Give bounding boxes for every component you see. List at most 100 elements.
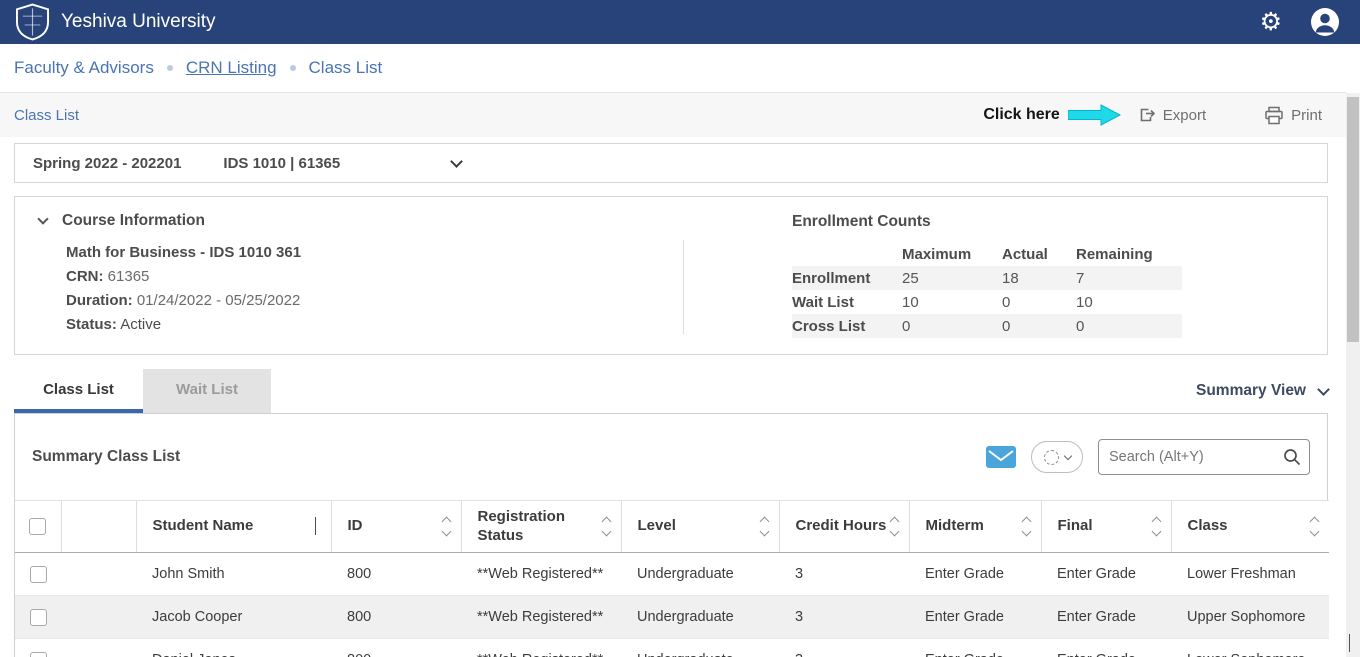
settings-gear-icon[interactable]: ⚙: [1260, 10, 1282, 35]
brand-title: Yeshiva University: [61, 11, 216, 33]
level-cell: Undergraduate: [621, 553, 779, 596]
print-label: Print: [1291, 107, 1322, 124]
column-registration-status[interactable]: Registration Status: [461, 501, 621, 553]
cross-list-row: Cross List 0 0 0: [792, 314, 1182, 338]
filter-circle-icon: [1044, 450, 1059, 465]
course-label: IDS 1010 | 61365: [223, 155, 340, 172]
email-button[interactable]: [986, 446, 1016, 468]
column-midterm[interactable]: Midterm: [909, 501, 1041, 553]
export-label: Export: [1163, 107, 1206, 124]
view-selector[interactable]: Summary View: [1196, 382, 1328, 400]
student-name-cell[interactable]: Jacob Cooper: [136, 596, 331, 639]
sort-icons: [1023, 518, 1035, 535]
enrollment-counts-header-row: Maximum Actual Remaining: [792, 242, 1182, 266]
page-toolbar: Class List Click here Export Print: [0, 92, 1346, 137]
class-standing-cell: Lower Freshman: [1171, 553, 1329, 596]
class-standing-cell: Upper Sophomore: [1171, 596, 1329, 639]
course-information-heading: Course Information: [62, 212, 205, 230]
final-grade-cell[interactable]: Enter Grade: [1041, 596, 1171, 639]
column-student-name[interactable]: Student Name: [136, 501, 331, 553]
level-cell: Undergraduate: [621, 596, 779, 639]
class-list-tabs: Class List Wait List Summary View: [14, 369, 1342, 413]
breadcrumb-separator-icon: [167, 65, 173, 71]
tab-class-list[interactable]: Class List: [14, 369, 143, 413]
class-list-table: Student Name ID Registration Status: [15, 500, 1329, 657]
midterm-grade-cell[interactable]: Enter Grade: [909, 553, 1041, 596]
column-level[interactable]: Level: [621, 501, 779, 553]
sort-icons: [1311, 518, 1323, 535]
enrollment-counts: Enrollment Counts Maximum Actual Remaini…: [684, 212, 1182, 338]
printer-icon: [1264, 106, 1284, 125]
annotation-click-here: Click here: [983, 106, 1059, 124]
scrollbar-thumb[interactable]: [1347, 97, 1359, 342]
select-all-checkbox[interactable]: [29, 518, 46, 535]
final-grade-cell[interactable]: Enter Grade: [1041, 639, 1171, 657]
column-credit-hours[interactable]: Credit Hours: [779, 501, 909, 553]
view-selector-chevron-down-icon: [1317, 383, 1330, 396]
column-final[interactable]: Final: [1041, 501, 1171, 553]
breadcrumb-crn-listing[interactable]: CRN Listing: [186, 58, 277, 78]
export-icon: [1138, 106, 1156, 124]
row-checkbox[interactable]: [30, 652, 47, 657]
row-checkbox[interactable]: [30, 566, 47, 583]
breadcrumb-class-list: Class List: [309, 58, 383, 78]
sort-ascending-icon: [315, 518, 325, 535]
sort-icons: [761, 518, 773, 535]
select-all-header: [15, 501, 61, 553]
status-label: Status:: [66, 316, 117, 333]
tab-wait-list[interactable]: Wait List: [143, 369, 271, 413]
student-name-cell[interactable]: Daniel Jones: [136, 639, 331, 657]
credit-hours-cell: 3: [779, 639, 909, 657]
course-information-panel: Course Information Math for Business - I…: [14, 196, 1328, 355]
university-shield-logo: [16, 3, 49, 41]
credit-hours-cell: 3: [779, 596, 909, 639]
term-selector-chevron-down-icon[interactable]: [450, 155, 463, 168]
breadcrumb-faculty-advisors[interactable]: Faculty & Advisors: [14, 58, 154, 78]
duration-line: Duration: 01/24/2022 - 05/25/2022: [66, 292, 683, 309]
collapse-chevron-down-icon: [37, 213, 48, 224]
export-button[interactable]: Export: [1138, 106, 1206, 124]
print-button[interactable]: Print: [1264, 106, 1322, 125]
table-row: Daniel Jones 800 **Web Registered** Unde…: [15, 639, 1329, 657]
summary-class-list-panel: Summary Class List: [14, 413, 1328, 657]
sort-icons: [1153, 518, 1165, 535]
enrollment-counts-heading: Enrollment Counts: [792, 213, 1182, 231]
student-name-cell[interactable]: John Smith: [136, 553, 331, 596]
column-class[interactable]: Class: [1171, 501, 1329, 553]
photo-cell: [61, 553, 136, 596]
term-course-selector[interactable]: Spring 2022 - 202201 IDS 1010 | 61365: [14, 143, 1328, 183]
breadcrumb: Faculty & Advisors CRN Listing Class Lis…: [0, 44, 1360, 92]
midterm-grade-cell[interactable]: Enter Grade: [909, 639, 1041, 657]
photo-cell: [61, 596, 136, 639]
top-navbar: Yeshiva University ⚙: [0, 0, 1360, 44]
final-grade-cell[interactable]: Enter Grade: [1041, 553, 1171, 596]
sort-icons: [603, 518, 615, 535]
table-header-row: Student Name ID Registration Status: [15, 501, 1329, 553]
sort-icons: [443, 518, 455, 535]
vertical-scrollbar[interactable]: [1346, 93, 1360, 657]
crn-line: CRN: 61365: [66, 268, 683, 285]
registration-status-cell: **Web Registered**: [461, 553, 621, 596]
search-input[interactable]: [1098, 439, 1310, 475]
column-id[interactable]: ID: [331, 501, 461, 553]
table-row: John Smith 800 **Web Registered** Underg…: [15, 553, 1329, 596]
crn-label: CRN:: [66, 268, 104, 285]
col-remaining: Remaining: [1076, 246, 1182, 263]
photo-cell: [61, 639, 136, 657]
id-cell: 800: [331, 553, 461, 596]
row-checkbox[interactable]: [30, 609, 47, 626]
midterm-grade-cell[interactable]: Enter Grade: [909, 596, 1041, 639]
filter-chevron-down-icon: [1063, 452, 1071, 460]
sort-icons: [891, 518, 903, 535]
profile-icon[interactable]: [1310, 7, 1340, 37]
summary-class-list-heading: Summary Class List: [32, 448, 180, 466]
status-line: Status: Active: [66, 316, 683, 333]
filter-button[interactable]: [1031, 441, 1083, 473]
annotation-arrow-icon: [1068, 104, 1122, 126]
duration-label: Duration:: [66, 292, 133, 309]
id-cell: 800: [331, 639, 461, 657]
scrollbar-down-arrow-icon[interactable]: [1349, 635, 1350, 653]
class-standing-cell: Lower Sophomore: [1171, 639, 1329, 657]
status-value: Active: [120, 316, 161, 333]
course-information-toggle[interactable]: Course Information: [39, 212, 683, 230]
